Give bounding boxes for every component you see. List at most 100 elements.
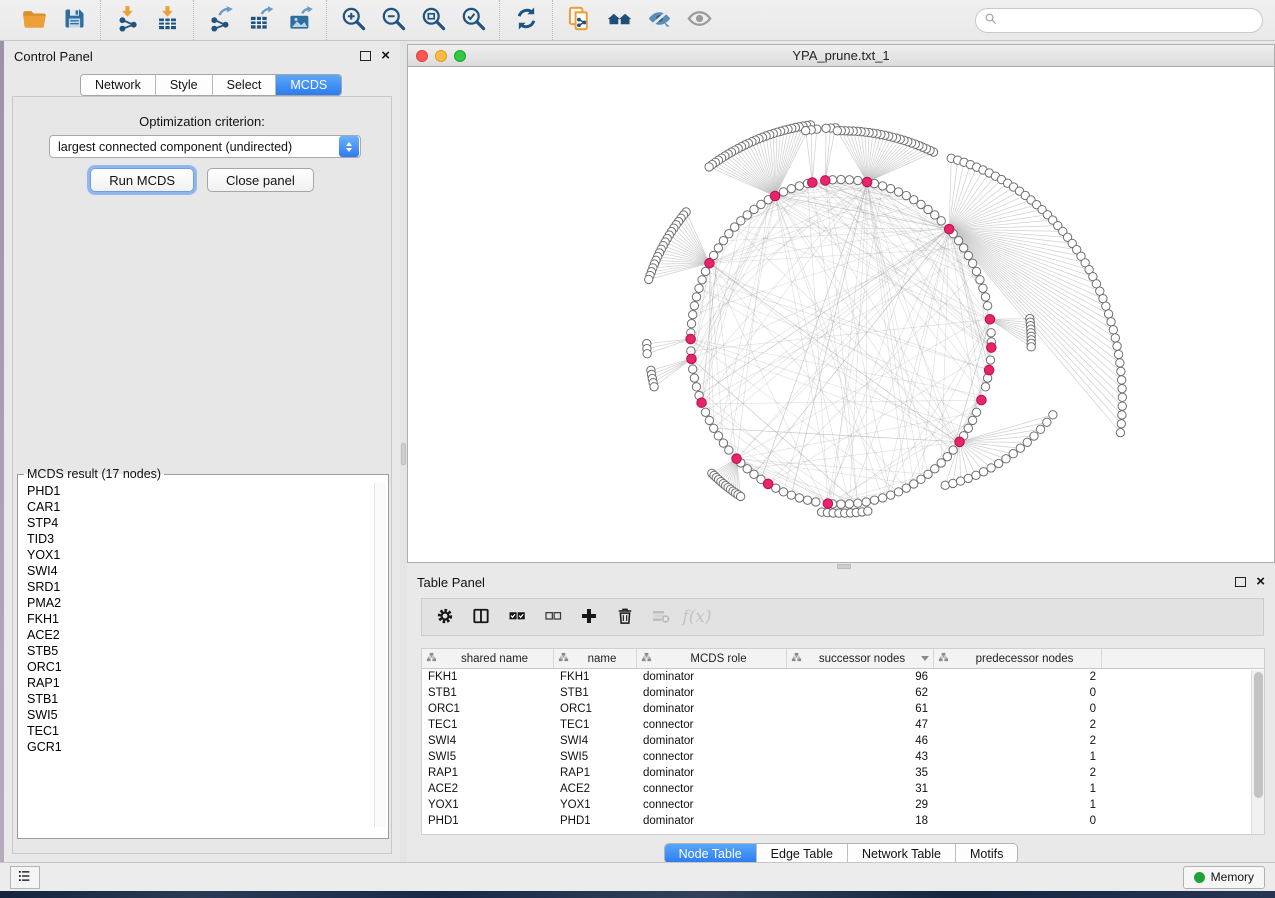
table-header-row: shared namenameMCDS rolesuccessor nodesp… [422,649,1264,669]
mcds-result-item[interactable]: PMA2 [27,595,388,611]
table-panel-titlebar: Table Panel × [407,571,1275,593]
save-session-button[interactable] [54,3,94,37]
mcds-result-item[interactable]: STP4 [27,515,388,531]
mcds-result-item[interactable]: STB5 [27,643,388,659]
export-image-button[interactable] [280,3,320,37]
mcds-result-item[interactable]: SWI4 [27,563,388,579]
network-node [968,416,976,424]
hide-selected-button[interactable] [639,3,679,37]
zoom-fit-button[interactable] [413,3,453,37]
tab-select[interactable]: Select [213,75,277,95]
table-row[interactable]: YOX1YOX1connector291 [422,797,1264,813]
mcds-result-item[interactable]: SRD1 [27,579,388,595]
close-table-panel-icon[interactable]: × [1256,577,1265,587]
network-canvas[interactable] [408,67,1274,562]
network-hub-node [862,177,872,187]
float-window-icon[interactable] [360,51,371,61]
mcds-result-item[interactable]: TID3 [27,531,388,547]
mcds-result-item[interactable]: CAR1 [27,499,388,515]
export-table-button[interactable] [240,3,280,37]
column-header-successor-nodes[interactable]: successor nodes [787,649,934,668]
close-panel-button[interactable]: Close panel [207,168,314,192]
table-cell: ORC1 [554,703,637,715]
show-all-button[interactable] [679,3,719,37]
tab-mcds[interactable]: MCDS [276,75,341,95]
mcds-result-item[interactable]: ORC1 [27,659,388,675]
sort-descending-icon [921,656,929,661]
run-mcds-button[interactable]: Run MCDS [90,168,194,192]
mcds-result-list[interactable]: PHD1CAR1STP4TID3YOX1SWI4SRD1PMA2FKH1ACE2… [18,481,388,833]
column-header-predecessor-nodes[interactable]: predecessor nodes [934,649,1102,668]
mcds-result-item[interactable]: SWI5 [27,707,388,723]
network-node [1009,450,1017,458]
refresh-layout-button[interactable] [506,3,546,37]
table-row[interactable]: FKH1FKH1dominator962 [422,669,1264,685]
import-network-button[interactable] [107,3,147,37]
mcds-result-item[interactable]: PHD1 [27,483,388,499]
deselect-all-checks-button[interactable] [538,602,568,632]
table-scrollbar[interactable] [1251,670,1264,834]
table-row[interactable]: TEC1TEC1connector472 [422,717,1264,733]
network-node [714,244,722,252]
table-row[interactable]: ORC1ORC1dominator610 [422,701,1264,717]
tab-style[interactable]: Style [156,75,213,95]
mcds-result-scrollbar[interactable] [374,483,386,827]
table-row[interactable]: PHD1PHD1dominator180 [422,813,1264,829]
mcds-result-item[interactable]: YOX1 [27,547,388,563]
mcds-result-item[interactable]: GCR1 [27,739,388,755]
table-row[interactable]: RAP1RAP1dominator352 [422,765,1264,781]
tab-edge-table[interactable]: Edge Table [757,844,848,863]
open-file-button[interactable] [14,3,54,37]
select-all-checks-button[interactable] [502,602,532,632]
table-row[interactable]: STB1STB1dominator620 [422,685,1264,701]
mcds-result-item[interactable]: ACE2 [27,627,388,643]
close-panel-icon[interactable]: × [381,51,390,61]
mcds-result-item[interactable]: TEC1 [27,723,388,739]
export-network-button[interactable] [200,3,240,37]
zoom-selected-button[interactable] [453,3,493,37]
tab-network[interactable]: Network [81,75,156,95]
criterion-dropdown[interactable]: largest connected component (undirected) [49,135,361,158]
network-window-titlebar[interactable]: YPA_prune.txt_1 [408,45,1274,67]
tab-node-table[interactable]: Node Table [665,844,757,863]
table-row[interactable]: ACE2ACE2connector311 [422,781,1264,797]
network-node [878,182,886,190]
network-node [725,230,733,238]
network-canvas-svg[interactable] [408,67,1274,562]
search-input[interactable] [998,10,1262,30]
clone-network-button[interactable] [559,3,599,37]
network-node [1117,367,1125,375]
mcds-result-item[interactable]: RAP1 [27,675,388,691]
column-header-shared-name[interactable]: shared name [422,649,554,668]
divider-grip[interactable] [401,443,406,465]
column-header-name[interactable]: name [554,649,637,668]
network-node [894,188,902,196]
memory-button[interactable]: Memory [1183,866,1265,889]
tab-motifs[interactable]: Motifs [956,844,1017,863]
table-cell: 29 [787,799,934,811]
zoom-out-button[interactable] [373,3,413,37]
column-header-MCDS-role[interactable]: MCDS role [637,649,787,668]
show-columns-button[interactable] [466,602,496,632]
network-node [972,267,980,275]
zoom-in-button[interactable] [333,3,373,37]
main-toolbar [0,0,1275,41]
network-node [987,329,995,337]
table-scrollbar-thumb[interactable] [1254,672,1263,798]
network-node [719,439,727,447]
search-box[interactable] [975,8,1263,33]
task-history-button[interactable] [10,866,40,889]
add-row-icon [579,606,599,629]
table-row[interactable]: SWI4SWI4dominator462 [422,733,1264,749]
import-table-button[interactable] [147,3,187,37]
first-neighbors-button[interactable] [599,3,639,37]
add-row-button[interactable] [574,602,604,632]
float-table-panel-icon[interactable] [1235,577,1246,587]
mcds-result-item[interactable]: STB1 [27,691,388,707]
settings-gear-button[interactable] [430,602,460,632]
mcds-result-item[interactable]: FKH1 [27,611,388,627]
table-row[interactable]: SWI5SWI5connector431 [422,749,1264,765]
tab-network-table[interactable]: Network Table [848,844,956,863]
vertical-split-divider[interactable] [400,41,407,862]
delete-row-button[interactable] [610,602,640,632]
